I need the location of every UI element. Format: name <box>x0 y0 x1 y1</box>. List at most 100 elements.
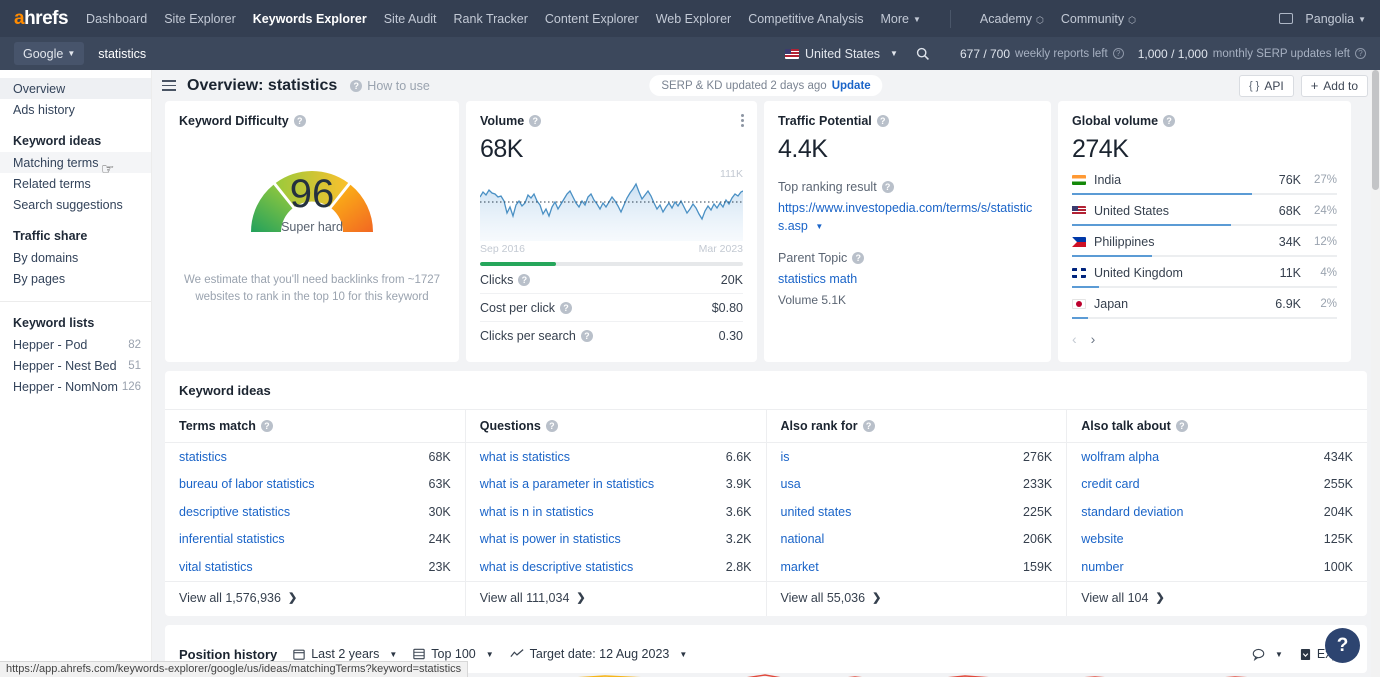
nav-site-audit[interactable]: Site Audit <box>384 12 437 26</box>
pager-prev-icon[interactable]: ‹ <box>1072 331 1077 347</box>
info-icon[interactable]: ? <box>545 420 558 432</box>
sidebar-item-hepper-pod[interactable]: Hepper - Pod 82 <box>0 334 151 355</box>
keyword-link[interactable]: statistics <box>179 450 227 464</box>
keyword-link[interactable]: credit card <box>1081 477 1139 491</box>
keyword-link[interactable]: inferential statistics <box>179 532 285 546</box>
global-volume-row[interactable]: United Kingdom 11K 4% <box>1072 266 1337 288</box>
info-icon[interactable]: ? <box>260 420 273 432</box>
nav-dashboard[interactable]: Dashboard <box>86 12 147 26</box>
keyword-link[interactable]: is <box>781 450 790 464</box>
keyword-search-input[interactable] <box>98 42 599 65</box>
nav-keywords-explorer[interactable]: Keywords Explorer <box>253 12 367 26</box>
sidebar-item-hepper-nest-bed[interactable]: Hepper - Nest Bed 51 <box>0 355 151 376</box>
info-icon[interactable]: ? <box>852 252 865 265</box>
volume-card-menu-icon[interactable] <box>741 114 744 127</box>
pager-next-icon[interactable]: › <box>1091 331 1096 347</box>
view-all-link[interactable]: View all 104 ❯ <box>1067 580 1367 616</box>
date-range-dropdown[interactable]: Last 2 years ▼ <box>293 647 397 661</box>
table-row: vital statistics 23K <box>165 553 465 581</box>
keyword-link[interactable]: what is n in statistics <box>480 505 594 519</box>
sidebar-item-related-terms[interactable]: Related terms <box>0 173 151 194</box>
ahrefs-logo[interactable]: a hrefs <box>14 8 69 30</box>
keyword-link[interactable]: descriptive statistics <box>179 505 290 519</box>
chevron-right-icon: ❯ <box>1155 592 1165 604</box>
sidebar-label: By pages <box>13 271 66 286</box>
keyword-link[interactable]: what is descriptive statistics <box>480 560 634 574</box>
card-title-label: Traffic Potential <box>778 114 872 128</box>
api-button[interactable]: { } API <box>1238 74 1294 97</box>
search-engine-selector[interactable]: Google ▼ <box>14 42 85 65</box>
keyword-link[interactable]: market <box>781 560 819 574</box>
keyword-link[interactable]: number <box>1081 560 1123 574</box>
keyword-link[interactable]: what is power in statistics <box>480 532 621 546</box>
nav-rank-tracker[interactable]: Rank Tracker <box>454 12 528 26</box>
keyword-link[interactable]: usa <box>781 477 801 491</box>
account-menu[interactable]: Pangolia ▼ <box>1305 12 1366 26</box>
info-icon[interactable]: ? <box>876 115 889 127</box>
page-scrollbar[interactable] <box>1371 70 1380 677</box>
view-all-link[interactable]: View all 55,036 ❯ <box>766 580 1067 616</box>
sidebar-item-ads-history[interactable]: Ads history <box>0 99 151 120</box>
info-icon[interactable]: ? <box>1163 115 1176 127</box>
info-icon[interactable]: ? <box>881 181 894 193</box>
keyword-link[interactable]: website <box>1081 532 1123 546</box>
keyword-link[interactable]: bureau of labor statistics <box>179 477 315 491</box>
table-row: website 125K <box>1067 526 1367 554</box>
top-ranking-url-link[interactable]: https://www.investopedia.com/terms/s/sta… <box>778 199 1037 235</box>
info-icon[interactable]: ? <box>529 115 542 127</box>
info-icon[interactable]: ? <box>1175 420 1188 432</box>
info-icon[interactable]: ? <box>560 301 573 314</box>
view-all-link[interactable]: View all 111,034 ❯ <box>465 580 766 616</box>
global-volume-row[interactable]: Philippines 34K 12% <box>1072 235 1337 257</box>
country-label: United States <box>805 46 881 61</box>
nav-community[interactable]: Community ⬡ <box>1061 12 1136 26</box>
top-positions-dropdown[interactable]: Top 100 ▼ <box>413 647 494 661</box>
chevron-down-icon[interactable]: ▼ <box>815 221 823 233</box>
keyword-link[interactable]: united states <box>781 505 852 519</box>
info-icon[interactable]: ? <box>1112 48 1124 59</box>
nav-competitive-analysis[interactable]: Competitive Analysis <box>748 12 863 26</box>
nav-web-explorer[interactable]: Web Explorer <box>656 12 732 26</box>
info-icon[interactable]: ? <box>293 115 306 127</box>
keyword-link[interactable]: national <box>781 532 825 546</box>
keyword-link[interactable]: what is statistics <box>480 450 570 464</box>
info-icon[interactable]: ? <box>580 330 593 342</box>
sidebar-item-overview[interactable]: Overview <box>0 78 151 99</box>
parent-topic-link[interactable]: statistics math <box>778 270 1037 288</box>
serp-kd-update-button[interactable]: Update <box>832 80 871 92</box>
help-button[interactable]: ? <box>1325 628 1360 663</box>
scrollbar-thumb[interactable] <box>1372 70 1379 190</box>
search-button[interactable] <box>908 42 938 65</box>
sidebar-item-by-domains[interactable]: By domains <box>0 247 151 268</box>
view-all-link[interactable]: View all 1,576,936 ❯ <box>165 580 465 616</box>
info-icon[interactable]: ? <box>518 273 531 286</box>
add-to-button[interactable]: + Add to <box>1300 74 1368 97</box>
info-icon[interactable]: ? <box>862 420 875 432</box>
sidebar-item-hepper-nomnom[interactable]: Hepper - NomNom 126 <box>0 376 151 397</box>
nav-content-explorer[interactable]: Content Explorer <box>545 12 639 26</box>
hamburger-menu-icon[interactable] <box>162 80 176 91</box>
keyword-link[interactable]: vital statistics <box>179 560 253 574</box>
table-row: what is statistics 6.6K <box>466 443 766 471</box>
keyword-link[interactable]: standard deviation <box>1081 505 1183 519</box>
global-volume-row[interactable]: India 76K 27% <box>1072 173 1337 195</box>
keyword-link[interactable]: what is a parameter in statistics <box>480 477 654 491</box>
nav-academy[interactable]: Academy ⬡ <box>980 12 1044 26</box>
chevron-down-icon: ▼ <box>1274 649 1283 659</box>
info-icon[interactable]: ? <box>1355 48 1366 59</box>
target-date-dropdown[interactable]: Target date: 12 Aug 2023 ▼ <box>510 647 687 661</box>
keyword-link[interactable]: wolfram alpha <box>1081 450 1159 464</box>
sidebar-item-matching-terms[interactable]: Matching terms <box>0 152 151 173</box>
nav-site-explorer[interactable]: Site Explorer <box>164 12 236 26</box>
comment-dropdown[interactable]: ▼ <box>1252 648 1283 661</box>
global-volume-row[interactable]: Japan 6.9K 2% <box>1072 297 1337 319</box>
global-volume-row[interactable]: United States 68K 24% <box>1072 204 1337 226</box>
external-link-icon: ⬡ <box>1128 14 1136 25</box>
sidebar-item-by-pages[interactable]: By pages <box>0 268 151 289</box>
how-to-use-link[interactable]: ? How to use <box>350 79 430 93</box>
keyword-difficulty-card: Keyword Difficulty ? 96 Super hard We es… <box>165 101 459 362</box>
nav-more[interactable]: More ▼ <box>881 12 921 26</box>
monitor-icon[interactable] <box>1279 13 1294 24</box>
sidebar-item-search-suggestions[interactable]: Search suggestions <box>0 194 151 215</box>
country-selector[interactable]: United States ▼ <box>785 47 898 61</box>
